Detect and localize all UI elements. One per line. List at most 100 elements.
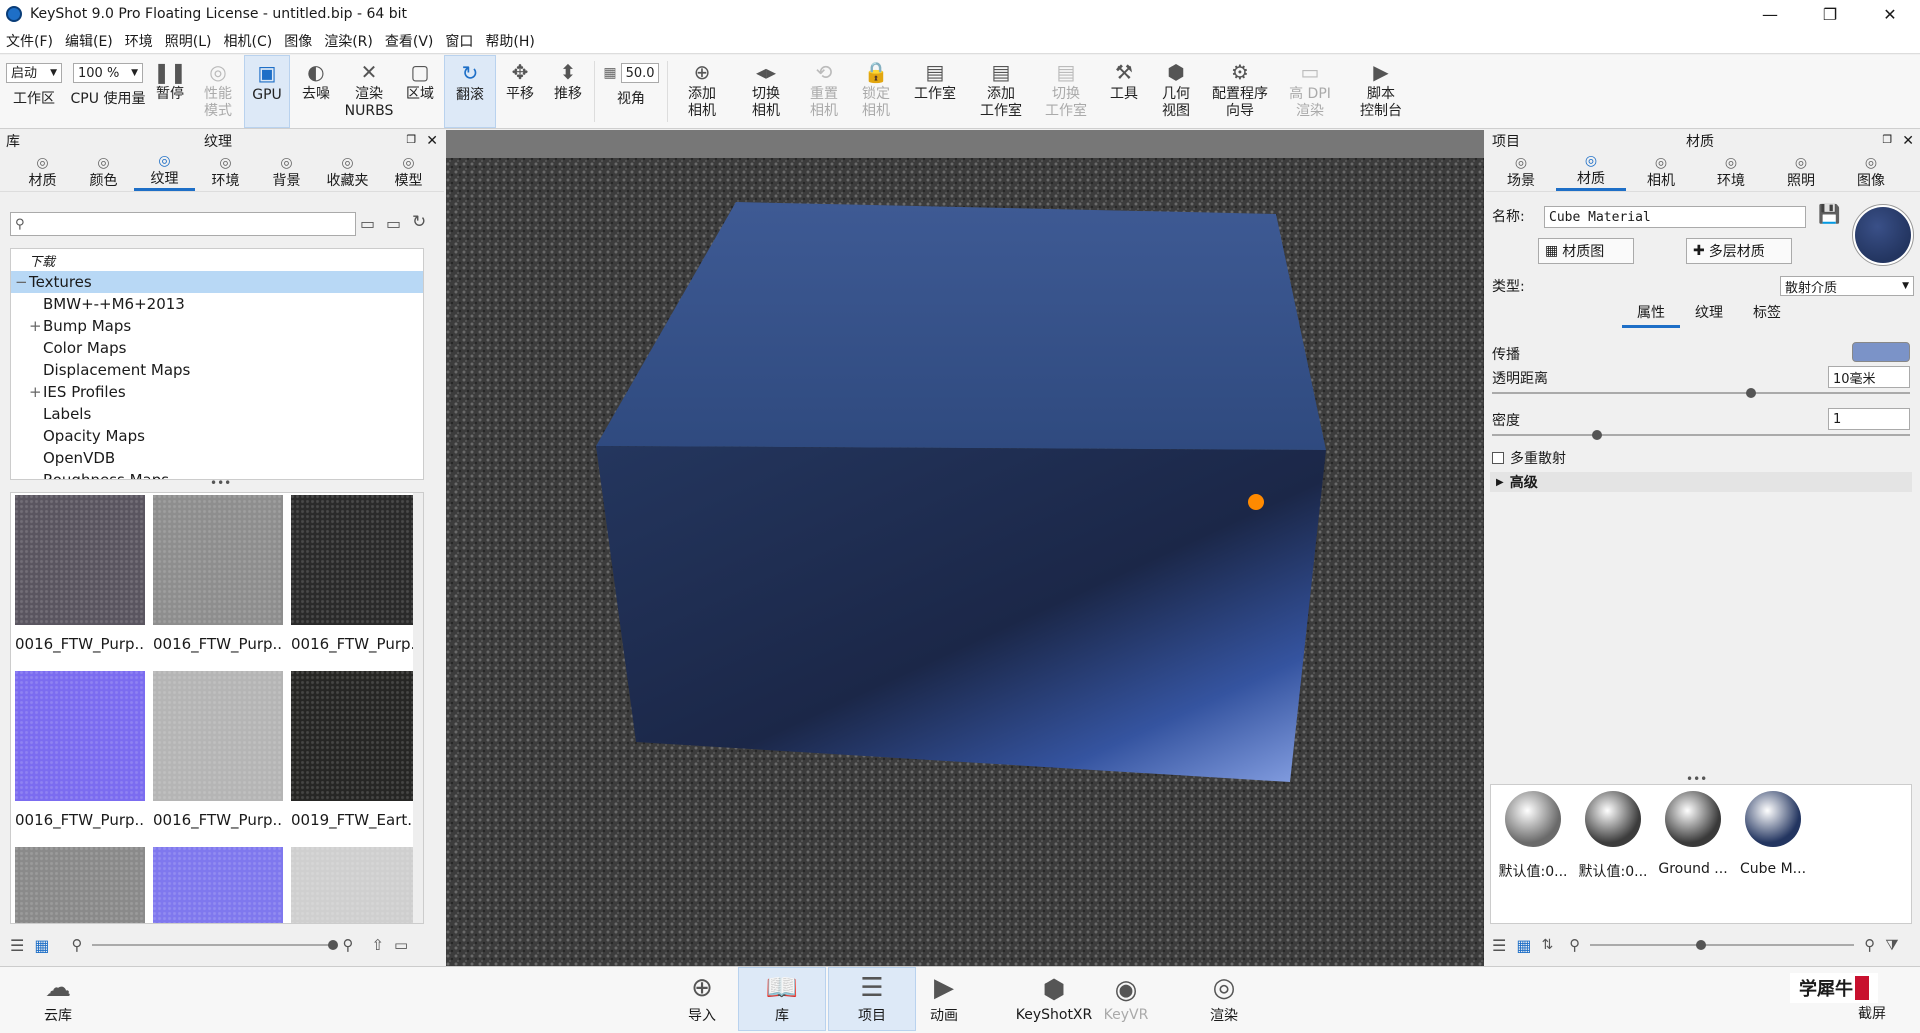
cpu-usage-selector[interactable]: 100 % ▼ CPU 使用量 xyxy=(68,55,148,128)
thumbnail-size-slider[interactable] xyxy=(1590,940,1855,950)
zoom-in-icon[interactable]: ⚲ xyxy=(1864,936,1875,954)
tab-environment[interactable]: ◎ 环境 xyxy=(195,152,256,191)
zoom-out-icon[interactable]: ⚲ xyxy=(71,936,82,954)
sort-icon[interactable]: ⇅ xyxy=(1541,937,1553,953)
library-search-input[interactable] xyxy=(28,216,355,232)
grid-view-icon[interactable]: ▦ xyxy=(1516,936,1531,955)
tab-image[interactable]: ◎ 图像 xyxy=(1836,152,1906,191)
close-panel-icon[interactable]: ✕ xyxy=(1902,133,1914,149)
expand-toggle-icon[interactable]: + xyxy=(29,383,43,401)
field-of-view-control[interactable]: ▦ 50.0 视角 xyxy=(597,55,665,128)
multi-layer-material-button[interactable]: ✚ 多层材质 xyxy=(1686,238,1792,264)
library-search-box[interactable]: ⚲ xyxy=(10,212,356,236)
texture-thumbnail[interactable]: 0016_FTW_Purp... xyxy=(15,495,145,653)
tab-camera[interactable]: ◎ 相机 xyxy=(1626,152,1696,191)
menu-item-9[interactable]: 帮助(H) xyxy=(479,31,540,51)
configurator-button[interactable]: ⚙ 配置程序 向导 xyxy=(1202,55,1278,128)
texture-thumbnail[interactable]: 0016_FTW_Purp... xyxy=(291,495,421,653)
tree-item-roughness-maps[interactable]: Roughness Maps xyxy=(11,469,423,479)
tab-material[interactable]: ◎ 材质 xyxy=(1556,152,1626,191)
dolly-button[interactable]: ⬍ 推移 xyxy=(544,55,592,128)
texture-thumbnail[interactable]: 0019_FTW_Eart... xyxy=(291,671,421,829)
grid-view-icon[interactable]: ▦ xyxy=(34,936,49,955)
undock-icon[interactable]: ❐ xyxy=(1882,133,1892,149)
geometry-view-button[interactable]: ⬢ 几何 视图 xyxy=(1150,55,1202,128)
material-graph-button[interactable]: ▦ 材质图 xyxy=(1538,238,1634,264)
performance-button[interactable]: ◎ 性能 模式 xyxy=(192,55,244,128)
tab-model[interactable]: ◎ 模型 xyxy=(378,152,439,191)
list-view-icon[interactable]: ☰ xyxy=(1492,936,1506,955)
save-material-icon[interactable]: 💾 xyxy=(1818,204,1840,225)
subtab-0[interactable]: 属性 xyxy=(1622,302,1680,328)
subtab-2[interactable]: 标签 xyxy=(1738,302,1796,328)
zoom-in-icon[interactable]: ⚲ xyxy=(342,936,353,954)
advanced-section-header[interactable]: ▶ 高级 xyxy=(1490,472,1912,492)
zoom-out-icon[interactable]: ⚲ xyxy=(1569,936,1580,954)
tree-item-color-maps[interactable]: Color Maps xyxy=(11,337,423,359)
tree-item-item[interactable]: 下载 xyxy=(11,249,423,271)
keyvr-button[interactable]: ◉ KeyVR xyxy=(1098,967,1154,1031)
workspace-selector[interactable]: 启动 ▼ 工作区 xyxy=(0,55,68,128)
tools-button[interactable]: ⚒ 工具 xyxy=(1098,55,1150,128)
menu-item-2[interactable]: 环境 xyxy=(119,31,159,51)
slider-knob[interactable] xyxy=(1591,430,1602,440)
tab-background[interactable]: ◎ 背景 xyxy=(256,152,317,191)
folder-icon[interactable]: ▭ xyxy=(394,936,408,954)
tab-favorites[interactable]: ◎ 收藏夹 xyxy=(317,152,378,191)
material-type-select[interactable]: 散射介质 ▼ xyxy=(1780,276,1914,296)
scene-material-item[interactable]: Cube M... xyxy=(1735,791,1811,877)
slider-knob[interactable] xyxy=(328,940,339,950)
animation-button[interactable]: ▶ 动画 xyxy=(916,967,972,1031)
cloud-library-button[interactable]: ☁ 云库 xyxy=(30,967,86,1031)
keyshotxr-button[interactable]: ⬢ KeyShotXR xyxy=(1008,967,1100,1031)
scene-material-item[interactable]: Ground ... xyxy=(1655,791,1731,877)
project-button[interactable]: ☰ 项目 xyxy=(828,967,916,1031)
list-view-icon[interactable]: ☰ xyxy=(10,936,24,955)
tree-item-ies-profiles[interactable]: + IES Profiles xyxy=(11,381,423,403)
tree-item-opacity-maps[interactable]: Opacity Maps xyxy=(11,425,423,447)
thumbnail-scrollbar[interactable] xyxy=(413,493,423,923)
texture-thumbnail[interactable] xyxy=(15,847,145,923)
slider-knob[interactable] xyxy=(1696,940,1707,950)
tab-lighting[interactable]: ◎ 照明 xyxy=(1766,152,1836,191)
undock-icon[interactable]: ❐ xyxy=(406,133,416,149)
expand-toggle-icon[interactable]: − xyxy=(15,273,29,291)
lock-camera-button[interactable]: 🔒 锁定 相机 xyxy=(850,55,902,128)
import-button[interactable]: ⊕ 导入 xyxy=(674,967,730,1031)
tree-item-openvdb[interactable]: OpenVDB xyxy=(11,447,423,469)
menu-item-1[interactable]: 编辑(E) xyxy=(59,31,119,51)
minimize-button[interactable]: — xyxy=(1740,0,1800,28)
texture-thumbnail[interactable] xyxy=(291,847,421,923)
menu-item-3[interactable]: 照明(L) xyxy=(159,31,218,51)
close-panel-icon[interactable]: ✕ xyxy=(426,133,438,149)
transparency-distance-input[interactable]: 10毫米 xyxy=(1828,366,1910,388)
menu-item-6[interactable]: 渲染(R) xyxy=(318,31,379,51)
menu-item-8[interactable]: 窗口 xyxy=(439,31,479,51)
tab-environment[interactable]: ◎ 环境 xyxy=(1696,152,1766,191)
tree-item-labels[interactable]: Labels xyxy=(11,403,423,425)
pause-button[interactable]: ❚❚ 暂停 xyxy=(148,55,192,128)
close-button[interactable]: ✕ xyxy=(1860,0,1920,28)
gpu-button[interactable]: ▣ GPU xyxy=(244,55,290,128)
transmission-color-swatch[interactable] xyxy=(1852,342,1910,362)
thumbnail-size-slider[interactable] xyxy=(92,940,339,950)
scene-material-item[interactable]: 默认值:0... xyxy=(1575,791,1651,881)
studio-button[interactable]: ▤ 工作室 xyxy=(902,55,968,128)
fov-input[interactable]: 50.0 xyxy=(620,63,659,83)
texture-thumbnail[interactable]: 0016_FTW_Purp... xyxy=(15,671,145,829)
reset-camera-button[interactable]: ⟲ 重置 相机 xyxy=(798,55,850,128)
scene-material-item[interactable]: 默认值:0... xyxy=(1495,791,1571,881)
library-button[interactable]: 📖 库 xyxy=(738,967,826,1031)
tab-scene[interactable]: ◎ 场景 xyxy=(1486,152,1556,191)
menu-item-5[interactable]: 图像 xyxy=(278,31,318,51)
upload-icon[interactable]: ⇧ xyxy=(371,936,384,954)
add-folder-icon[interactable]: ▭ xyxy=(360,214,375,233)
region-button[interactable]: ▢ 区域 xyxy=(396,55,444,128)
high-dpi-button[interactable]: ▭ 高 DPI 渲染 xyxy=(1278,55,1342,128)
transparency-distance-slider[interactable] xyxy=(1492,388,1910,398)
subtab-1[interactable]: 纹理 xyxy=(1680,302,1738,328)
refresh-icon[interactable]: ↻ xyxy=(412,212,426,232)
slider-knob[interactable] xyxy=(1746,388,1757,398)
tree-item-displacement-maps[interactable]: Displacement Maps xyxy=(11,359,423,381)
menu-item-7[interactable]: 查看(V) xyxy=(379,31,440,51)
